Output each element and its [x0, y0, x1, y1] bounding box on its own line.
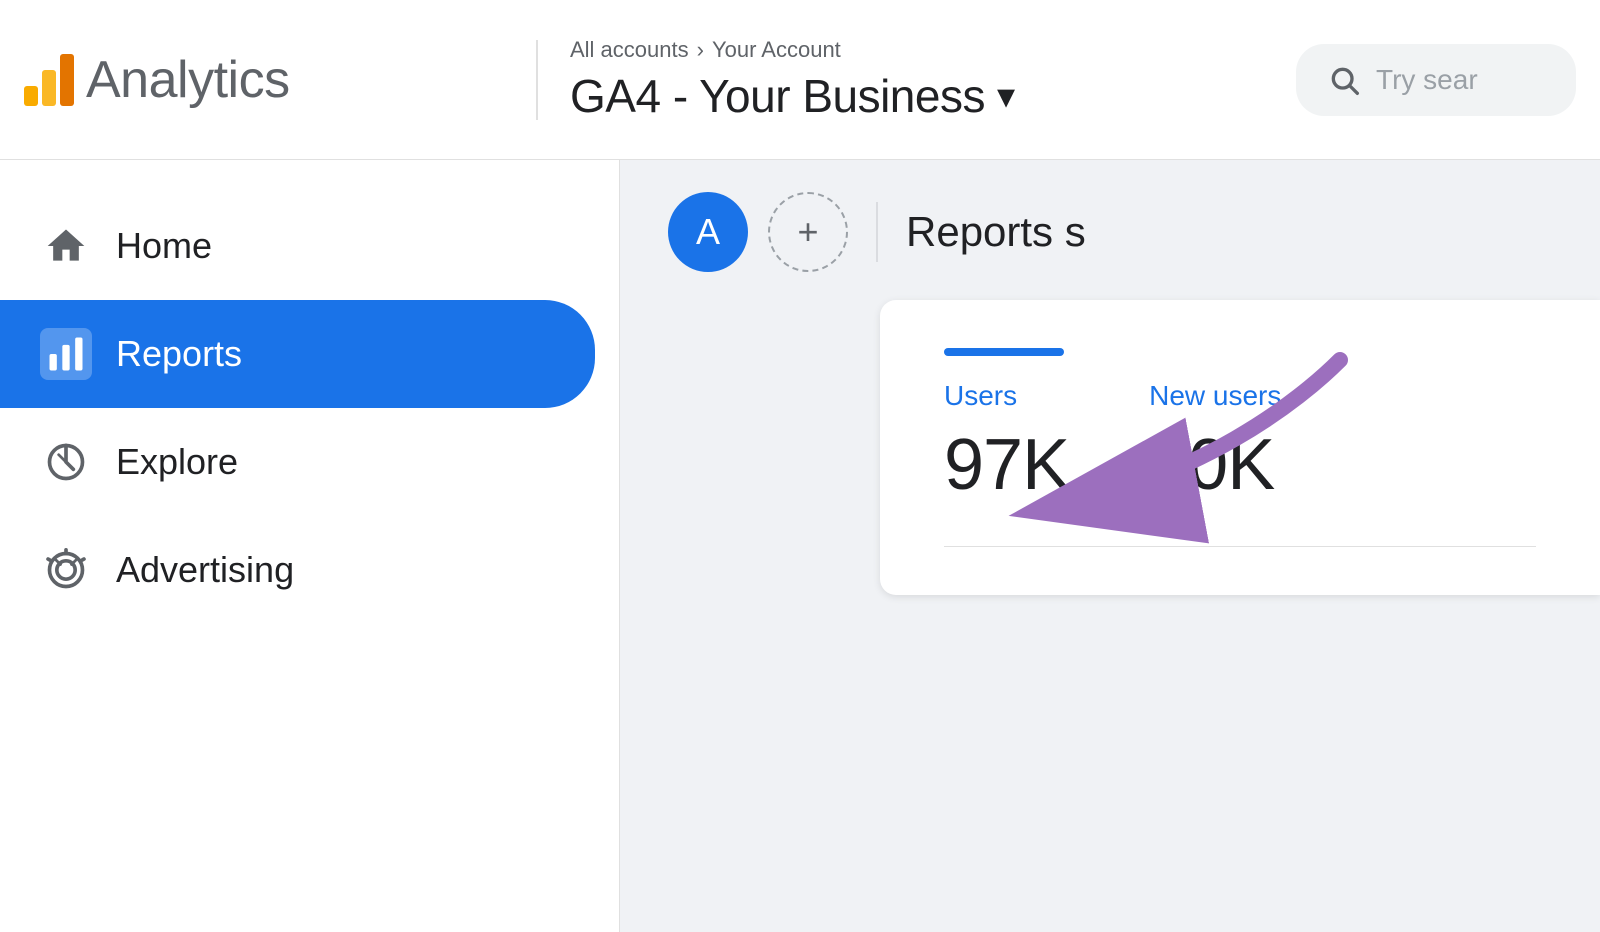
sidebar-item-home[interactable]: Home: [0, 192, 595, 300]
sidebar-item-reports[interactable]: Reports: [0, 300, 595, 408]
users-stat: Users 97K: [944, 380, 1069, 506]
users-value: 97K: [944, 424, 1069, 506]
property-area: All accounts › Your Account GA4 - Your B…: [570, 37, 1296, 123]
analytics-logo-icon: [24, 54, 74, 106]
logo-bar-2: [42, 70, 56, 106]
logo-area: Analytics: [24, 50, 504, 110]
property-dropdown-arrow: ▾: [997, 75, 1015, 117]
top-bar-divider: [876, 202, 878, 262]
main-top-bar: A + Reports s: [620, 160, 1600, 304]
new-users-stat: New users 80K: [1149, 380, 1281, 506]
breadcrumb-all-accounts[interactable]: All accounts: [570, 37, 689, 63]
app-header: Analytics All accounts › Your Account GA…: [0, 0, 1600, 160]
users-label: Users: [944, 380, 1069, 412]
advertising-icon: [40, 544, 92, 596]
reports-snapshot-label: Reports s: [906, 208, 1086, 256]
main-area: A + Reports s Users 97K New users 80K: [620, 160, 1600, 932]
sidebar-item-advertising[interactable]: Advertising: [0, 516, 595, 624]
search-bar[interactable]: Try sear: [1296, 44, 1576, 116]
breadcrumb: All accounts › Your Account: [570, 37, 1296, 63]
property-selector[interactable]: GA4 - Your Business ▾: [570, 69, 1296, 123]
card-top-bar: [944, 348, 1064, 356]
breadcrumb-your-account[interactable]: Your Account: [712, 37, 841, 63]
stats-row: Users 97K New users 80K: [944, 380, 1536, 506]
new-users-value: 80K: [1149, 424, 1281, 506]
header-divider: [536, 40, 538, 120]
sidebar-item-advertising-label: Advertising: [116, 549, 294, 591]
sidebar-item-reports-label: Reports: [116, 333, 242, 375]
logo-bar-1: [24, 86, 38, 106]
explore-icon: [40, 436, 92, 488]
search-placeholder: Try sear: [1376, 64, 1478, 96]
breadcrumb-chevron: ›: [697, 37, 704, 63]
sidebar-item-explore[interactable]: Explore: [0, 408, 595, 516]
app-title: Analytics: [86, 50, 290, 110]
avatar[interactable]: A: [668, 192, 748, 272]
new-users-label: New users: [1149, 380, 1281, 412]
add-comparison-button[interactable]: +: [768, 192, 848, 272]
sidebar: Home Reports Explore: [0, 160, 620, 932]
stat-divider: [944, 546, 1536, 547]
property-name: GA4 - Your Business: [570, 69, 985, 123]
sidebar-item-home-label: Home: [116, 225, 212, 267]
sidebar-item-explore-label: Explore: [116, 441, 238, 483]
stats-card: Users 97K New users 80K: [880, 300, 1600, 595]
search-icon: [1328, 64, 1360, 96]
logo-bar-3: [60, 54, 74, 106]
content-area: Home Reports Explore: [0, 160, 1600, 932]
home-icon: [40, 220, 92, 272]
reports-icon: [40, 328, 92, 380]
